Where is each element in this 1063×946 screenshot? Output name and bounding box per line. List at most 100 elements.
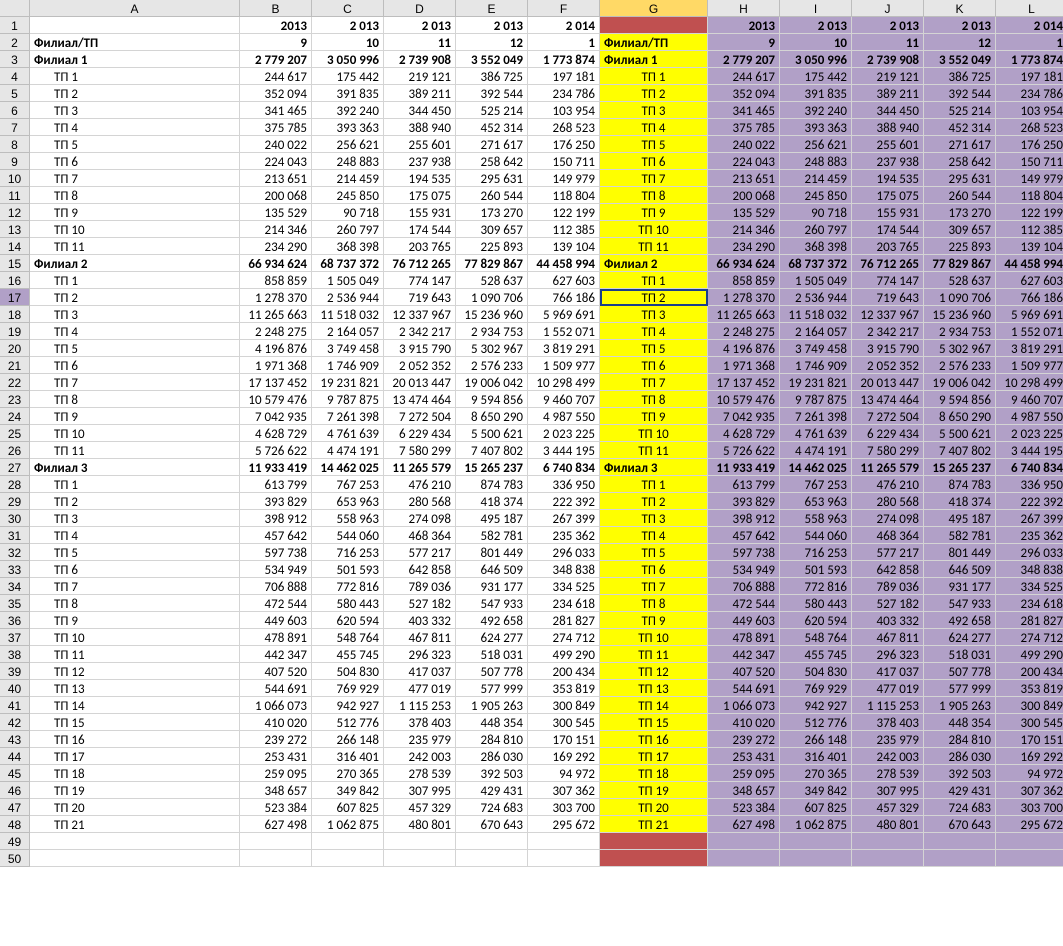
- cell-B45[interactable]: 259 095: [240, 765, 312, 782]
- cell-D41[interactable]: 1 115 253: [384, 697, 456, 714]
- cell-D22[interactable]: 20 013 447: [384, 374, 456, 391]
- cell-B27[interactable]: 11 933 419: [240, 459, 312, 476]
- row-header-3[interactable]: 3: [0, 51, 30, 68]
- cell-A46[interactable]: ТП 19: [30, 782, 240, 799]
- cell-E15[interactable]: 77 829 867: [456, 255, 528, 272]
- cell-B19[interactable]: 2 248 275: [240, 323, 312, 340]
- col-header-K[interactable]: K: [924, 0, 996, 17]
- cell-C39[interactable]: 504 830: [312, 663, 384, 680]
- cell-B10[interactable]: 213 651: [240, 170, 312, 187]
- cell-D49[interactable]: [384, 833, 456, 850]
- cell-L11[interactable]: 118 804: [996, 187, 1063, 204]
- cell-G8[interactable]: ТП 5: [600, 136, 708, 153]
- cell-H3[interactable]: 2 779 207: [708, 51, 780, 68]
- cell-C19[interactable]: 2 164 057: [312, 323, 384, 340]
- cell-K5[interactable]: 392 544: [924, 85, 996, 102]
- cell-D39[interactable]: 417 037: [384, 663, 456, 680]
- cell-L36[interactable]: 281 827: [996, 612, 1063, 629]
- col-header-A[interactable]: A: [30, 0, 240, 17]
- cell-E48[interactable]: 670 643: [456, 816, 528, 833]
- cell-F41[interactable]: 300 849: [528, 697, 600, 714]
- cell-B42[interactable]: 410 020: [240, 714, 312, 731]
- cell-C10[interactable]: 214 459: [312, 170, 384, 187]
- cell-L25[interactable]: 2 023 225: [996, 425, 1063, 442]
- row-header-47[interactable]: 47: [0, 799, 30, 816]
- cell-K44[interactable]: 286 030: [924, 748, 996, 765]
- cell-I25[interactable]: 4 761 639: [780, 425, 852, 442]
- cell-C18[interactable]: 11 518 032: [312, 306, 384, 323]
- cell-E19[interactable]: 2 934 753: [456, 323, 528, 340]
- cell-F26[interactable]: 3 444 195: [528, 442, 600, 459]
- row-header-41[interactable]: 41: [0, 697, 30, 714]
- cell-B3[interactable]: 2 779 207: [240, 51, 312, 68]
- cell-C41[interactable]: 942 927: [312, 697, 384, 714]
- cell-B15[interactable]: 66 934 624: [240, 255, 312, 272]
- cell-D32[interactable]: 577 217: [384, 544, 456, 561]
- cell-K24[interactable]: 8 650 290: [924, 408, 996, 425]
- cell-I44[interactable]: 316 401: [780, 748, 852, 765]
- row-header-35[interactable]: 35: [0, 595, 30, 612]
- cell-I12[interactable]: 90 718: [780, 204, 852, 221]
- cell-J49[interactable]: [852, 833, 924, 850]
- col-header-F[interactable]: F: [528, 0, 600, 17]
- cell-K17[interactable]: 1 090 706: [924, 289, 996, 306]
- cell-F16[interactable]: 627 603: [528, 272, 600, 289]
- cell-F31[interactable]: 235 362: [528, 527, 600, 544]
- cell-F13[interactable]: 112 385: [528, 221, 600, 238]
- cell-I35[interactable]: 580 443: [780, 595, 852, 612]
- row-header-23[interactable]: 23: [0, 391, 30, 408]
- cell-K1[interactable]: 2 013: [924, 17, 996, 34]
- cell-H49[interactable]: [708, 833, 780, 850]
- cell-B6[interactable]: 341 465: [240, 102, 312, 119]
- cell-C3[interactable]: 3 050 996: [312, 51, 384, 68]
- cell-K36[interactable]: 492 658: [924, 612, 996, 629]
- cell-D5[interactable]: 389 211: [384, 85, 456, 102]
- cell-A12[interactable]: ТП 9: [30, 204, 240, 221]
- cell-K49[interactable]: [924, 833, 996, 850]
- cell-H27[interactable]: 11 933 419: [708, 459, 780, 476]
- cell-H17[interactable]: 1 278 370: [708, 289, 780, 306]
- cell-H26[interactable]: 5 726 622: [708, 442, 780, 459]
- cell-H41[interactable]: 1 066 073: [708, 697, 780, 714]
- cell-L2[interactable]: 1: [996, 34, 1063, 51]
- row-header-31[interactable]: 31: [0, 527, 30, 544]
- cell-C29[interactable]: 653 963: [312, 493, 384, 510]
- cell-J28[interactable]: 476 210: [852, 476, 924, 493]
- cell-G23[interactable]: ТП 8: [600, 391, 708, 408]
- cell-D35[interactable]: 527 182: [384, 595, 456, 612]
- col-header-J[interactable]: J: [852, 0, 924, 17]
- cell-J6[interactable]: 344 450: [852, 102, 924, 119]
- cell-F18[interactable]: 5 969 691: [528, 306, 600, 323]
- cell-E20[interactable]: 5 302 967: [456, 340, 528, 357]
- cell-H28[interactable]: 613 799: [708, 476, 780, 493]
- cell-J10[interactable]: 194 535: [852, 170, 924, 187]
- cell-A24[interactable]: ТП 9: [30, 408, 240, 425]
- cell-G33[interactable]: ТП 6: [600, 561, 708, 578]
- row-header-29[interactable]: 29: [0, 493, 30, 510]
- row-header-42[interactable]: 42: [0, 714, 30, 731]
- cell-K31[interactable]: 582 781: [924, 527, 996, 544]
- cell-J50[interactable]: [852, 850, 924, 867]
- cell-A45[interactable]: ТП 18: [30, 765, 240, 782]
- cell-D46[interactable]: 307 995: [384, 782, 456, 799]
- cell-E47[interactable]: 724 683: [456, 799, 528, 816]
- row-header-33[interactable]: 33: [0, 561, 30, 578]
- cell-I18[interactable]: 11 518 032: [780, 306, 852, 323]
- cell-A14[interactable]: ТП 11: [30, 238, 240, 255]
- cell-K8[interactable]: 271 617: [924, 136, 996, 153]
- cell-G35[interactable]: ТП 8: [600, 595, 708, 612]
- cell-J19[interactable]: 2 342 217: [852, 323, 924, 340]
- cell-D9[interactable]: 237 938: [384, 153, 456, 170]
- cell-B25[interactable]: 4 628 729: [240, 425, 312, 442]
- cell-J14[interactable]: 203 765: [852, 238, 924, 255]
- cell-D15[interactable]: 76 712 265: [384, 255, 456, 272]
- cell-I17[interactable]: 2 536 944: [780, 289, 852, 306]
- cell-F6[interactable]: 103 954: [528, 102, 600, 119]
- cell-J3[interactable]: 2 739 908: [852, 51, 924, 68]
- cell-E12[interactable]: 173 270: [456, 204, 528, 221]
- cell-C8[interactable]: 256 621: [312, 136, 384, 153]
- cell-J21[interactable]: 2 052 352: [852, 357, 924, 374]
- cell-C9[interactable]: 248 883: [312, 153, 384, 170]
- cell-I38[interactable]: 455 745: [780, 646, 852, 663]
- row-header-22[interactable]: 22: [0, 374, 30, 391]
